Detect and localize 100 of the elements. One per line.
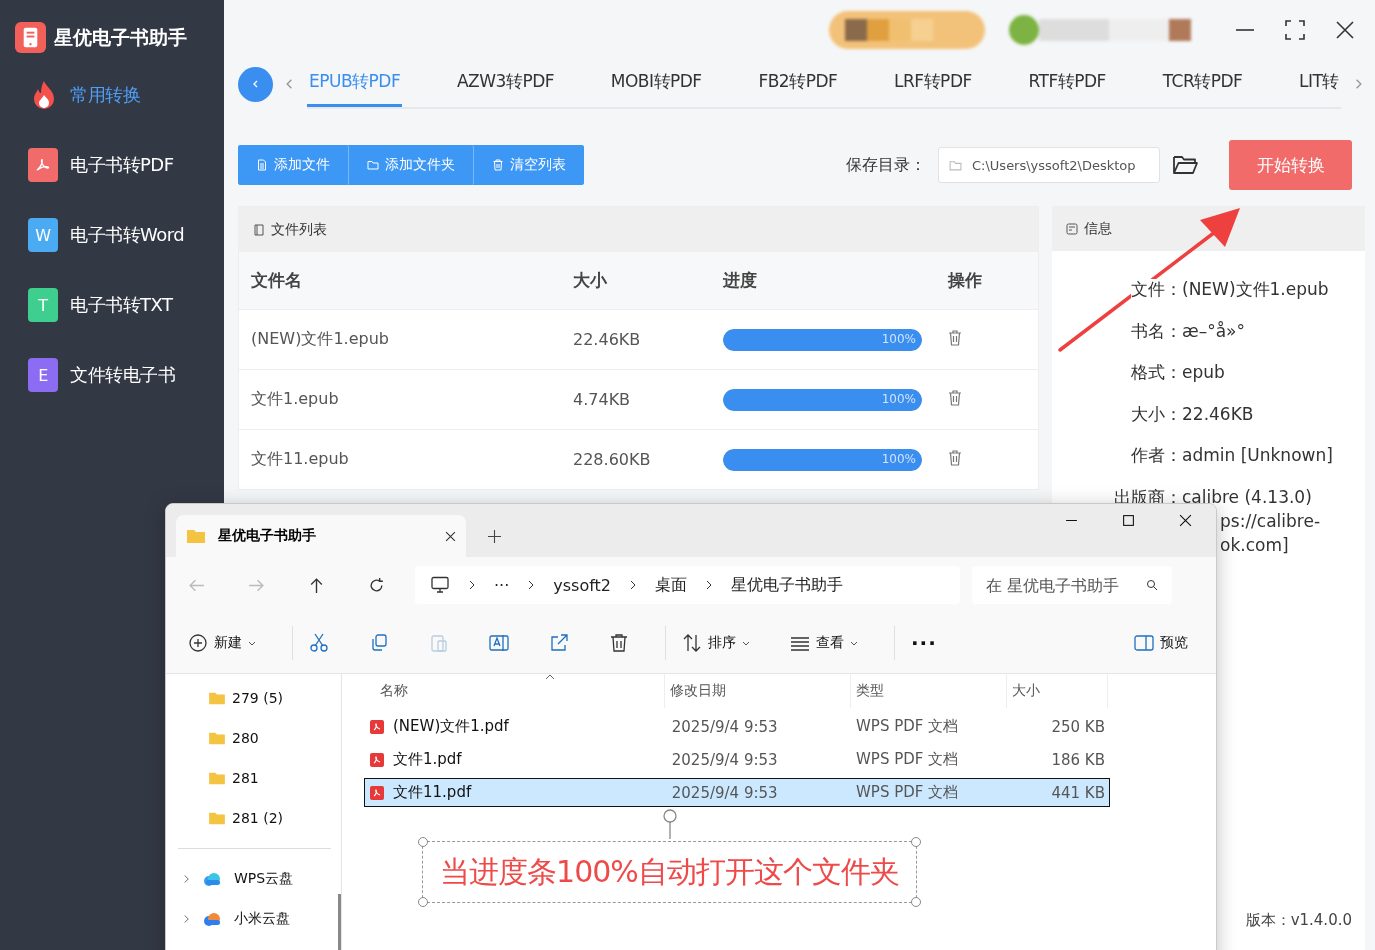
trash-icon[interactable]: [948, 389, 962, 406]
folder-tree-item[interactable]: 279 (5): [166, 678, 341, 718]
info-value: ps://calibre-: [1220, 509, 1321, 533]
save-directory-label: 保存目录：: [846, 154, 926, 176]
monitor-icon[interactable]: [430, 576, 450, 594]
folder-tree-item[interactable]: 281: [166, 758, 341, 798]
cloud-icon: [202, 872, 222, 886]
close-icon[interactable]: [1335, 20, 1355, 40]
tab[interactable]: TCR转PDF: [1160, 59, 1245, 107]
caret-icon: [248, 639, 256, 647]
trash-icon: [609, 633, 629, 653]
version-text: 版本：v1.4.0.0: [1245, 911, 1352, 930]
chevron-right-icon[interactable]: [705, 580, 713, 590]
tab[interactable]: RTF转PDF: [1026, 59, 1108, 107]
save-path-field[interactable]: C:\Users\yssoft2\Desktop: [938, 147, 1160, 183]
search-field[interactable]: 在 星优电子书助手: [972, 566, 1172, 604]
fullscreen-icon[interactable]: [1285, 20, 1305, 40]
up-arrow-icon[interactable]: [308, 576, 325, 594]
user-badge[interactable]: [1009, 15, 1191, 45]
caret-icon: [742, 639, 750, 647]
cloud-icon: [202, 912, 222, 926]
column-header[interactable]: 名称: [362, 674, 665, 708]
pdf-file-icon: [369, 718, 385, 735]
rename-icon: [489, 633, 509, 653]
folder-icon: [208, 771, 226, 785]
sidebar-item[interactable]: T 电子书转TXT: [0, 270, 224, 340]
folder-tree-item[interactable]: 280: [166, 718, 341, 758]
sidebar-item[interactable]: W 电子书转Word: [0, 200, 224, 270]
search-icon[interactable]: [1146, 579, 1158, 591]
folder-icon: [949, 158, 962, 172]
folder-icon: [186, 528, 206, 544]
plus-circle-icon: [188, 633, 208, 653]
column-header[interactable]: 大小: [1007, 674, 1108, 708]
document-icon: T: [28, 288, 58, 322]
folder-tree-item[interactable]: 281 (2): [166, 798, 341, 838]
breadcrumb[interactable]: 星优电子书助手: [731, 574, 843, 596]
sort-caret-icon: [545, 674, 555, 680]
drive-tree-item[interactable]: WPS云盘: [166, 859, 341, 899]
trash-icon[interactable]: [948, 329, 962, 346]
sidebar-item[interactable]: 常用转换: [0, 60, 224, 130]
table-cell-text: (NEW)文件1.epub: [251, 329, 390, 350]
breadcrumb[interactable]: yssoft2: [553, 575, 611, 595]
preview-command[interactable]: 预览: [1124, 625, 1198, 661]
chevron-right-icon[interactable]: [629, 580, 637, 590]
view-command[interactable]: 查看: [780, 625, 868, 661]
file-row[interactable]: 文件11.pdf 2025/9/4 9:53 WPS PDF 文档 441 KB: [364, 778, 1110, 807]
new-tab-icon[interactable]: [488, 530, 501, 543]
breadcrumb[interactable]: ···: [494, 575, 510, 595]
info-value: æ–°å»°: [1182, 319, 1245, 343]
app-logo-icon: [15, 22, 46, 53]
folder-icon: [208, 811, 226, 825]
maximize-icon[interactable]: [1122, 514, 1135, 527]
scissors-icon: [309, 633, 329, 653]
list-icon: [253, 223, 265, 236]
open-folder-icon[interactable]: [1172, 154, 1199, 176]
document-icon: [256, 159, 268, 171]
rotate-handle[interactable]: [662, 809, 678, 839]
folder-icon: [367, 159, 379, 171]
tab[interactable]: AZW3转PDF: [455, 59, 556, 107]
pdf-file-icon: [369, 784, 385, 801]
document-icon: W: [28, 218, 58, 252]
column-header[interactable]: 修改日期: [665, 674, 851, 708]
account-badge[interactable]: [829, 11, 985, 49]
close-icon[interactable]: [1179, 514, 1192, 527]
column-header[interactable]: 类型: [851, 674, 1007, 708]
chevron-right-icon[interactable]: [468, 580, 476, 590]
sort-command[interactable]: 排序: [672, 625, 760, 661]
new-command[interactable]: 新建: [178, 625, 266, 661]
file-row[interactable]: 文件1.pdf 2025/9/4 9:53 WPS PDF 文档 186 KB: [364, 745, 1110, 774]
breadcrumb[interactable]: 桌面: [655, 574, 687, 596]
back-button[interactable]: [238, 66, 273, 102]
folder-icon: [208, 731, 226, 745]
caret-icon: [850, 639, 858, 647]
chevron-right-icon[interactable]: [527, 580, 536, 590]
info-value: 22.46KB: [1182, 402, 1254, 426]
table-cell-text: 4.74KB: [573, 390, 632, 409]
column-header: 进度: [723, 269, 758, 292]
tab[interactable]: LIT转: [1297, 59, 1341, 107]
scrollbar[interactable]: [338, 894, 341, 950]
file-row[interactable]: (NEW)文件1.pdf 2025/9/4 9:53 WPS PDF 文档 250 KB: [364, 712, 1110, 741]
sidebar-item[interactable]: E 文件转电子书: [0, 340, 224, 410]
progress-text: 100%: [881, 331, 916, 346]
trash-icon[interactable]: [948, 449, 962, 466]
address-bar[interactable]: ··· yssoft2 桌面 星优电子书助手: [415, 566, 960, 604]
tab[interactable]: FB2转PDF: [756, 59, 840, 107]
preview-pane-icon: [1134, 635, 1154, 651]
more-command[interactable]: ···: [901, 625, 947, 661]
copy-icon: [369, 633, 389, 653]
clipboard-icon: [429, 633, 449, 653]
tab[interactable]: LRF转PDF: [892, 59, 974, 107]
share-icon: [549, 633, 569, 653]
sidebar-item[interactable]: 电子书转PDF: [0, 130, 224, 200]
column-header: 操作: [948, 269, 983, 292]
tab[interactable]: MOBI转PDF: [608, 59, 704, 107]
explorer-tab[interactable]: 星优电子书助手: [176, 515, 466, 557]
refresh-icon[interactable]: [368, 576, 385, 594]
document-icon: E: [28, 358, 58, 392]
close-icon[interactable]: [445, 530, 456, 542]
trash-icon: [492, 159, 504, 171]
drive-tree-item[interactable]: 小米云盘: [166, 899, 341, 939]
